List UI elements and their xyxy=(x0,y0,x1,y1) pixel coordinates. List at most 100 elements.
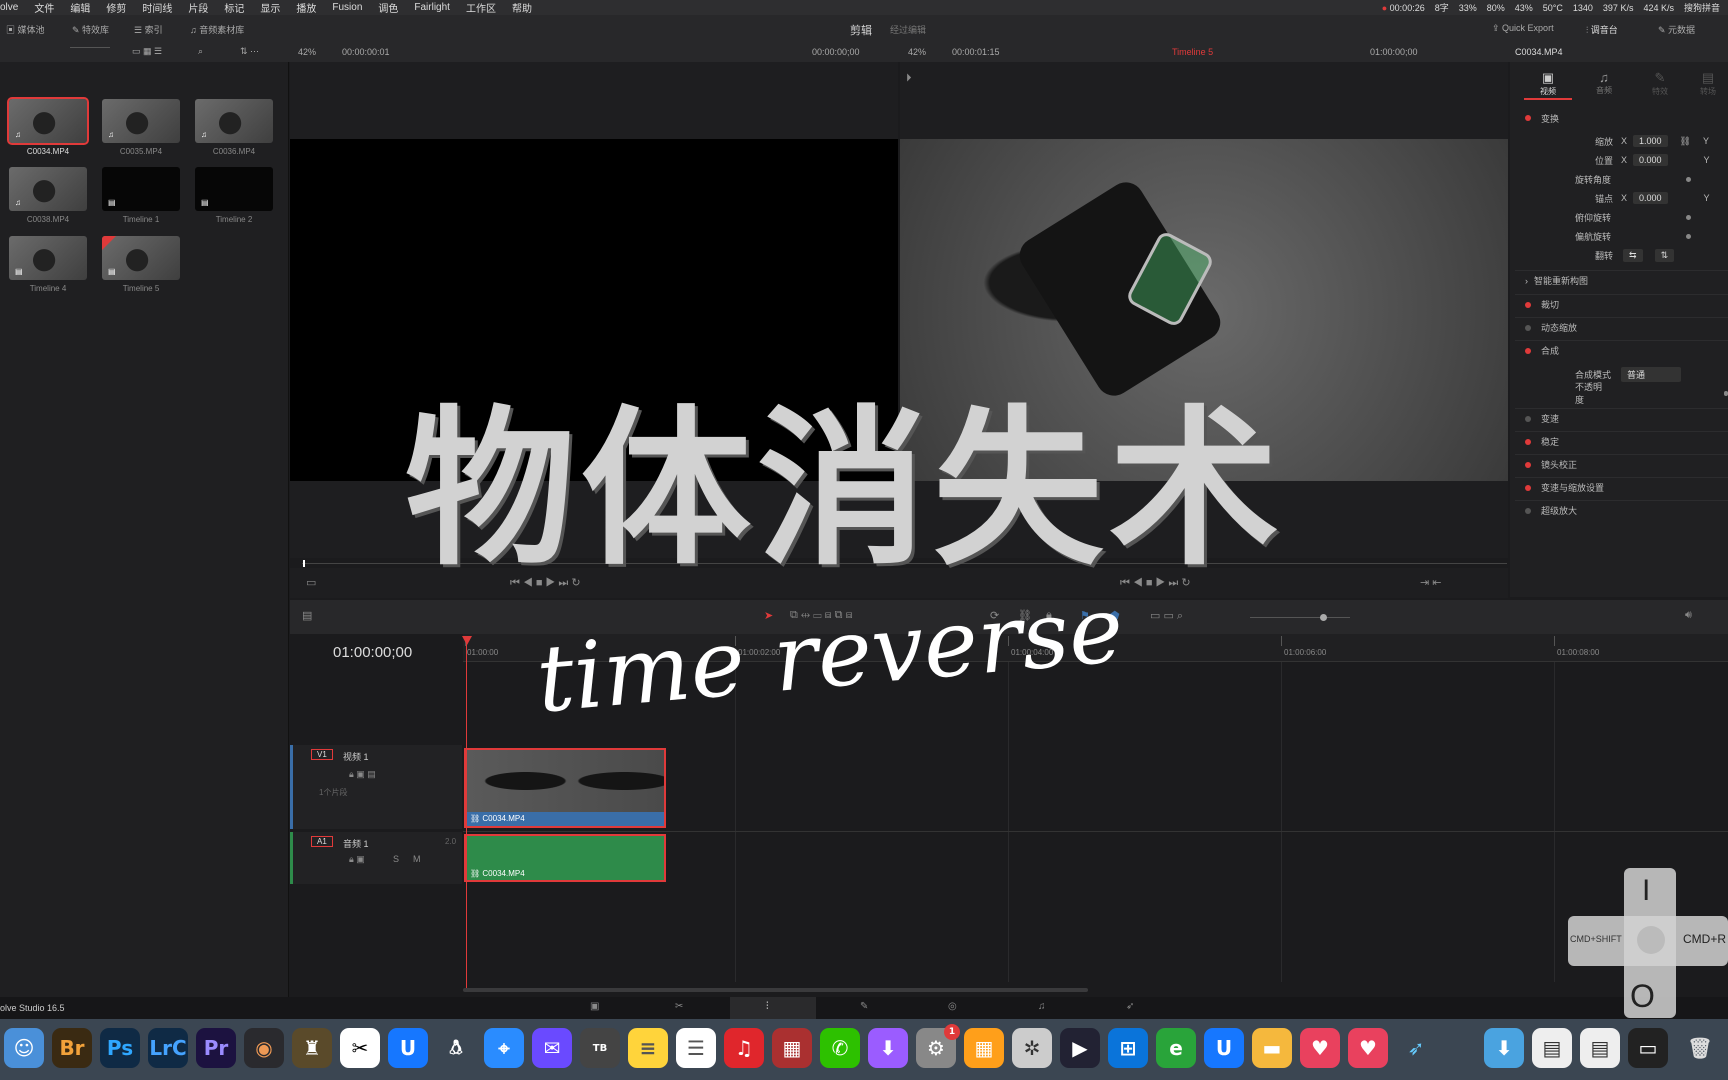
track-lock-icon[interactable]: 🔒︎ ▣ xyxy=(349,854,365,865)
metadata-button[interactable]: ✎ 元数据 xyxy=(1658,23,1695,36)
anchor-x-field[interactable]: 0.000 xyxy=(1633,192,1668,204)
wechat-icon[interactable]: ✆ xyxy=(820,1028,860,1068)
browser-e-icon[interactable]: e xyxy=(1156,1028,1196,1068)
thumb-size-slider[interactable] xyxy=(70,47,110,48)
menu-workspace[interactable]: 工作区 xyxy=(466,0,496,15)
section-super-scale[interactable]: 超级放大 xyxy=(1515,500,1728,520)
media-clip-c0035[interactable]: ♫ xyxy=(102,99,180,143)
netease-music-icon[interactable]: ♫ xyxy=(724,1028,764,1068)
marker-icon[interactable]: ⏵ xyxy=(906,72,912,85)
page-deliver-icon[interactable]: ➶ xyxy=(1126,1001,1134,1012)
media-clip-c0036[interactable]: ♫ xyxy=(195,99,273,143)
view-toggles[interactable]: ▭ ▦ ☰ xyxy=(132,46,162,57)
section-composite[interactable]: 合成 xyxy=(1515,340,1728,360)
terminal-icon[interactable]: ▭ xyxy=(1628,1028,1668,1068)
media-pool-button[interactable]: ▣ 媒体池 xyxy=(6,23,45,36)
page-edit-tab[interactable] xyxy=(730,997,816,1019)
reader-icon[interactable]: ✉ xyxy=(532,1028,572,1068)
mute-button[interactable]: M xyxy=(413,854,421,864)
media-timeline-4[interactable]: ▤ xyxy=(9,236,87,280)
section-lens-correction[interactable]: 镜头校正 xyxy=(1515,454,1728,474)
heart-app2-icon[interactable]: ♥ xyxy=(1348,1028,1388,1068)
flip-v-button[interactable]: ⇅ xyxy=(1654,248,1675,262)
windows-icon[interactable]: ⊞ xyxy=(1108,1028,1148,1068)
search-icon[interactable]: ⌕ xyxy=(198,46,203,57)
menu-file[interactable]: 文件 xyxy=(34,0,54,15)
folder-icon[interactable]: ▬ xyxy=(1252,1028,1292,1068)
capcut-icon[interactable]: ✂ xyxy=(340,1028,380,1068)
menu-app[interactable]: olve xyxy=(0,2,18,13)
menu-fairlight[interactable]: Fairlight xyxy=(414,2,450,13)
sound-library-button[interactable]: ♫ 音频素材库 xyxy=(190,23,244,36)
enable-dot[interactable] xyxy=(1525,415,1531,422)
composite-mode-select[interactable]: 普通 xyxy=(1621,366,1682,382)
match-frame-icons[interactable]: ⇥ ⇤ xyxy=(1420,576,1442,589)
enable-dot[interactable] xyxy=(1525,438,1531,445)
track-name[interactable]: 视频 1 xyxy=(343,750,369,763)
bridge-icon[interactable]: Br xyxy=(52,1028,92,1068)
zoom-slider[interactable] xyxy=(1250,617,1350,618)
zoom-slider-knob[interactable] xyxy=(1320,614,1327,621)
viewer-mode-icon[interactable]: ▭ xyxy=(306,576,316,589)
link-icon[interactable]: ⛓ xyxy=(1680,136,1691,147)
section-transform[interactable]: 变换 xyxy=(1515,108,1728,128)
reminders-icon[interactable]: ☰ xyxy=(676,1028,716,1068)
trash-icon[interactable]: 🗑︎ xyxy=(1680,1028,1720,1068)
media-clip-c0038[interactable]: ♫ xyxy=(9,167,87,211)
tab-effects[interactable]: ✎ 特效 xyxy=(1636,70,1684,97)
lightroom-icon[interactable]: LrC xyxy=(148,1028,188,1068)
opacity-slider[interactable] xyxy=(1723,390,1728,396)
timeline-zoom[interactable]: 42% xyxy=(908,47,926,57)
enable-dot[interactable] xyxy=(1525,301,1531,308)
enable-dot[interactable] xyxy=(1525,324,1531,331)
enable-dot[interactable] xyxy=(1525,115,1531,121)
quick-export-button[interactable]: ⇪ Quick Export xyxy=(1492,23,1554,34)
menu-trim[interactable]: 修剪 xyxy=(106,0,126,15)
page-fusion-icon[interactable]: ✎ xyxy=(860,1001,868,1012)
timeline-selector[interactable]: Timeline 5 xyxy=(1172,47,1213,57)
track-name[interactable]: 音频 1 xyxy=(343,837,369,850)
speaker-icon[interactable]: 🔊︎ xyxy=(1685,609,1692,622)
index-button[interactable]: ☰ 索引 xyxy=(134,23,163,36)
menu-view[interactable]: 显示 xyxy=(260,0,280,15)
fcp-icon[interactable]: ✲ xyxy=(1012,1028,1052,1068)
track-id[interactable]: V1 xyxy=(311,749,333,760)
menu-timeline[interactable]: 时间线 xyxy=(142,0,172,15)
sort-icon[interactable]: ⇅ ⋯ xyxy=(240,46,259,57)
premiere-icon[interactable]: Pr xyxy=(196,1028,236,1068)
bird-icon[interactable]: ➶ xyxy=(1396,1028,1436,1068)
player-icon[interactable]: ▶ xyxy=(1060,1028,1100,1068)
finder-icon[interactable]: ☺ xyxy=(4,1028,44,1068)
menu-help[interactable]: 帮助 xyxy=(512,0,532,15)
menu-playback[interactable]: 播放 xyxy=(296,0,316,15)
enable-dot[interactable] xyxy=(1525,507,1531,514)
position-x-field[interactable]: 0.000 xyxy=(1633,154,1668,166)
game-icon[interactable]: ♜ xyxy=(292,1028,332,1068)
app-u2-icon[interactable]: U xyxy=(1204,1028,1244,1068)
section-retime-scaling[interactable]: 变速与缩放设置 xyxy=(1515,477,1728,497)
pitch-slider[interactable] xyxy=(1686,214,1692,220)
section-dynamic-zoom[interactable]: 动态缩放 xyxy=(1515,317,1728,337)
media-timeline-2[interactable]: ▤ xyxy=(195,167,273,211)
menu-clip[interactable]: 片段 xyxy=(188,0,208,15)
yaw-slider[interactable] xyxy=(1686,233,1692,239)
menu-edit[interactable]: 编辑 xyxy=(70,0,90,15)
rotation-slider[interactable] xyxy=(1686,176,1692,182)
section-smart-reframe[interactable]: › 智能重新构图 xyxy=(1515,270,1728,290)
page-media-icon[interactable]: ▣ xyxy=(590,1001,599,1012)
qq-icon[interactable]: 🐧︎ xyxy=(436,1028,476,1068)
downloads-folder-icon[interactable]: ⬇ xyxy=(1484,1028,1524,1068)
section-crop[interactable]: 裁切 xyxy=(1515,294,1728,314)
page-fairlight-icon[interactable]: ♫ xyxy=(1038,1001,1046,1012)
timeline-view-options-icon[interactable]: ▤ xyxy=(302,609,312,622)
tab-transition[interactable]: ▤ 转场 xyxy=(1688,70,1728,97)
menu-fusion[interactable]: Fusion xyxy=(332,2,362,13)
media-clip-c0034[interactable]: ♫ xyxy=(7,97,89,145)
tourbox-icon[interactable]: TB xyxy=(580,1028,620,1068)
video-clip[interactable]: ⛓ C0034.MP4 xyxy=(464,748,666,828)
zoom-x-field[interactable]: 1.000 xyxy=(1633,135,1668,147)
document2-icon[interactable]: ▤ xyxy=(1580,1028,1620,1068)
media-timeline-5[interactable]: ▤ xyxy=(102,236,180,280)
page-edit-icon[interactable]: ⫶ xyxy=(766,1001,769,1012)
mixer-button[interactable]: ⫶ 调音台 xyxy=(1586,23,1618,36)
